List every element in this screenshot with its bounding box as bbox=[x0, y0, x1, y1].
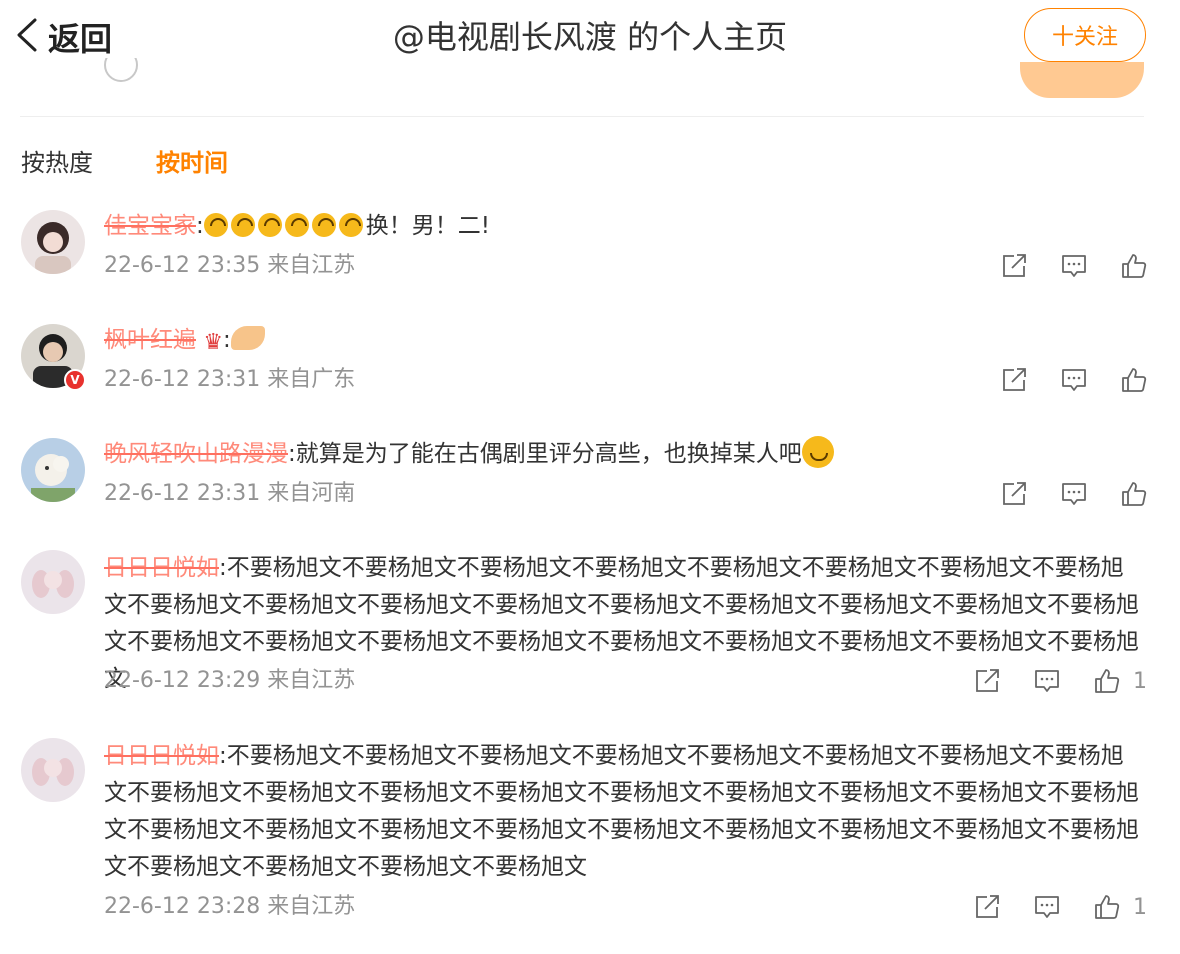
like-icon[interactable] bbox=[1120, 252, 1148, 280]
comment-username[interactable]: 佳宝宝家 bbox=[104, 213, 196, 239]
comment-icon[interactable] bbox=[1033, 667, 1061, 695]
comment-body: 就算是为了能在古偶剧里评分高些，也换掉某人吧 bbox=[295, 441, 802, 467]
upside-down-face-icon bbox=[311, 213, 336, 237]
verified-badge-icon: V bbox=[64, 369, 86, 391]
comment-icon[interactable] bbox=[1060, 480, 1088, 508]
comment-text: 枫叶红遍 ♛: bbox=[104, 322, 1146, 361]
upside-down-face-icon bbox=[257, 213, 282, 237]
upside-down-face-icon bbox=[284, 213, 309, 237]
comment-username[interactable]: 枫叶红遍 bbox=[104, 327, 196, 353]
crown-icon: ♛ bbox=[203, 330, 224, 355]
share-icon[interactable] bbox=[1000, 366, 1028, 394]
comment-actions bbox=[1000, 364, 1148, 396]
upside-down-face-icon bbox=[203, 213, 228, 237]
like-count: 1 bbox=[1133, 894, 1147, 920]
comment-source: 来自广东 bbox=[267, 367, 356, 392]
like-icon[interactable] bbox=[1120, 366, 1148, 394]
comment-source: 来自河南 bbox=[267, 481, 356, 506]
upside-down-face-icon bbox=[230, 213, 255, 237]
comment-icon[interactable] bbox=[1060, 252, 1088, 280]
comment-meta: 22-6-12 23:31 来自广东 bbox=[104, 364, 355, 396]
avatar[interactable] bbox=[21, 550, 85, 614]
comment-time: 22-6-12 23:31 bbox=[104, 367, 261, 392]
avatar[interactable] bbox=[21, 438, 85, 502]
share-icon[interactable] bbox=[973, 893, 1001, 921]
like-icon[interactable] bbox=[1120, 480, 1148, 508]
like-icon[interactable] bbox=[1093, 893, 1121, 921]
comment-actions: 1 bbox=[973, 665, 1147, 697]
comment-source: 来自江苏 bbox=[267, 668, 356, 693]
share-icon[interactable] bbox=[1000, 252, 1028, 280]
smile-icon bbox=[801, 436, 834, 468]
comment-icon[interactable] bbox=[1033, 893, 1061, 921]
share-icon[interactable] bbox=[973, 667, 1001, 695]
comment-username[interactable]: 日日日悦如 bbox=[104, 743, 219, 769]
like-count: 1 bbox=[1133, 668, 1147, 694]
clapping-hands-icon bbox=[230, 326, 265, 350]
comment-meta: 22-6-12 23:35 来自江苏 bbox=[104, 250, 355, 282]
comment-meta: 22-6-12 23:29 来自江苏 bbox=[104, 665, 355, 697]
comment-icon[interactable] bbox=[1060, 366, 1088, 394]
comment-body: 换！男！二! bbox=[365, 213, 490, 239]
comment-text: 晚风轻吹山路漫漫:就算是为了能在古偶剧里评分高些，也换掉某人吧 bbox=[104, 436, 1146, 473]
comment-actions bbox=[1000, 478, 1148, 510]
avatar[interactable] bbox=[21, 210, 85, 274]
share-icon[interactable] bbox=[1000, 480, 1028, 508]
tab-sort-by-time[interactable]: 按时间 bbox=[156, 144, 228, 182]
comment-actions: 1 bbox=[973, 891, 1147, 923]
comment-source: 来自江苏 bbox=[267, 894, 356, 919]
comment-time: 22-6-12 23:28 bbox=[104, 894, 261, 919]
comment-source: 来自江苏 bbox=[267, 253, 356, 278]
comment-time: 22-6-12 23:29 bbox=[104, 668, 261, 693]
comment-actions bbox=[1000, 250, 1148, 282]
scrolled-avatar-remnant bbox=[104, 58, 138, 82]
follow-button[interactable]: 十关注 bbox=[1024, 8, 1146, 62]
top-bar: 返回 @电视剧长风渡 的个人主页 十关注 bbox=[0, 0, 1180, 118]
comment-meta: 22-6-12 23:31 来自河南 bbox=[104, 478, 355, 510]
comment-username[interactable]: 日日日悦如 bbox=[104, 555, 219, 581]
comment-meta: 22-6-12 23:28 来自江苏 bbox=[104, 891, 355, 923]
comment-time: 22-6-12 23:35 bbox=[104, 253, 261, 278]
comment-username[interactable]: 晚风轻吹山路漫漫 bbox=[104, 441, 288, 467]
page-title: @电视剧长风渡 的个人主页 bbox=[392, 18, 788, 56]
like-icon[interactable] bbox=[1093, 667, 1121, 695]
avatar[interactable] bbox=[21, 738, 85, 802]
comment-body: 不要杨旭文不要杨旭文不要杨旭文不要杨旭文不要杨旭文不要杨旭文不要杨旭文不要杨旭文… bbox=[104, 743, 1139, 880]
comment-text: 佳宝宝家: 换！男！二! bbox=[104, 213, 490, 239]
scrolled-button-remnant bbox=[1020, 62, 1144, 98]
divider bbox=[20, 116, 1144, 117]
tab-sort-by-heat[interactable]: 按热度 bbox=[21, 144, 93, 182]
comment-text: 日日日悦如:不要杨旭文不要杨旭文不要杨旭文不要杨旭文不要杨旭文不要杨旭文不要杨旭… bbox=[104, 743, 1139, 880]
upside-down-face-icon bbox=[338, 213, 363, 237]
comment-time: 22-6-12 23:31 bbox=[104, 481, 261, 506]
